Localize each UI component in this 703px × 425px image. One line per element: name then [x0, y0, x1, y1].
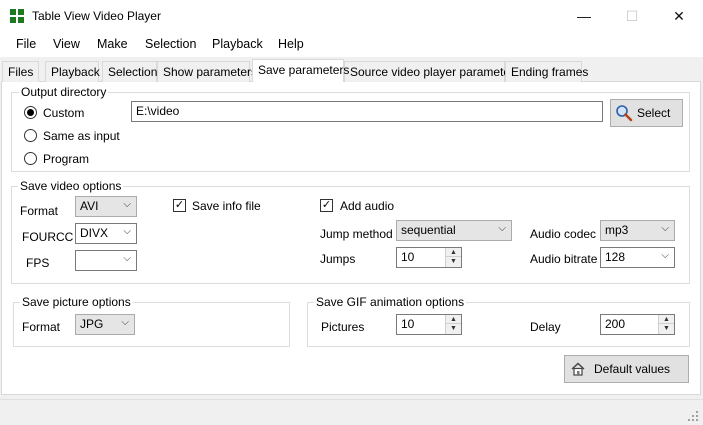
menu-help[interactable]: Help	[278, 37, 304, 51]
chevron-down-icon: ⌵	[123, 253, 131, 264]
app-icon	[10, 9, 24, 23]
tab-source-video-player-parameters[interactable]: Source video player parameters	[344, 61, 520, 82]
same-as-input-radio-label: Same as input	[43, 129, 120, 143]
gif-pictures-stepper[interactable]: 10 ▲ ▼	[396, 314, 462, 335]
picture-format-select[interactable]: JPG ⌵	[75, 314, 135, 335]
gif-delay-value: 200	[605, 317, 626, 331]
audio-bitrate-select[interactable]: 128 ⌵	[600, 247, 675, 268]
chevron-down-icon: ⌵	[498, 223, 506, 234]
menu-view[interactable]: View	[53, 37, 80, 51]
spin-down-icon[interactable]: ▼	[446, 324, 461, 333]
fourcc-select[interactable]: DIVX ⌵	[75, 223, 137, 244]
fourcc-value: DIVX	[80, 226, 109, 240]
chevron-down-icon: ⌵	[661, 250, 669, 261]
spin-up-icon[interactable]: ▲	[446, 315, 461, 324]
save-gif-options-title: Save GIF animation options	[314, 295, 467, 309]
select-button[interactable]: Select	[610, 99, 683, 127]
tab-ending-frames[interactable]: Ending frames	[505, 61, 588, 82]
menu-bar: File View Make Selection Playback Help	[0, 32, 703, 57]
maximize-button[interactable]: ☐	[609, 0, 655, 32]
chevron-down-icon: ⌵	[123, 199, 131, 210]
gif-delay-stepper[interactable]: 200 ▲ ▼	[600, 314, 675, 335]
menu-file[interactable]: File	[16, 37, 36, 51]
tab-save-parameters[interactable]: Save parameters	[252, 59, 349, 82]
tab-strip: Files Playback Selection Show parameters…	[0, 59, 703, 82]
spin-down-icon[interactable]: ▼	[446, 257, 461, 266]
save-picture-options-title: Save picture options	[20, 295, 133, 309]
video-format-value: AVI	[80, 199, 99, 213]
status-bar	[0, 399, 703, 425]
chevron-down-icon: ⌵	[123, 226, 131, 237]
output-directory-title: Output directory	[19, 85, 109, 99]
resize-grip-icon[interactable]	[687, 410, 699, 422]
fourcc-label: FOURCC	[22, 230, 74, 244]
title-bar: Table View Video Player — ☐ ✕	[0, 0, 703, 32]
spin-buttons: ▲ ▼	[445, 248, 461, 267]
jumps-value: 10	[401, 250, 415, 264]
tab-playback[interactable]: Playback	[45, 61, 100, 82]
jump-method-value: sequential	[401, 223, 456, 237]
chevron-down-icon: ⌵	[661, 223, 669, 234]
add-audio-label: Add audio	[340, 199, 395, 213]
menu-selection[interactable]: Selection	[145, 37, 196, 51]
tab-selection[interactable]: Selection	[102, 61, 157, 82]
spin-down-icon[interactable]: ▼	[659, 324, 674, 333]
save-video-options-title: Save video options	[18, 179, 124, 193]
audio-bitrate-label: Audio bitrate	[530, 252, 598, 266]
jump-method-label: Jump method	[320, 227, 393, 241]
audio-codec-select[interactable]: mp3 ⌵	[600, 220, 675, 241]
jumps-label: Jumps	[320, 252, 356, 266]
spin-buttons: ▲ ▼	[658, 315, 674, 334]
chevron-down-icon: ⌵	[121, 317, 129, 328]
gif-pictures-value: 10	[401, 317, 415, 331]
picture-format-label: Format	[22, 320, 61, 334]
window-title: Table View Video Player	[32, 9, 161, 23]
close-button[interactable]: ✕	[656, 0, 702, 32]
program-radio[interactable]	[24, 152, 37, 165]
custom-radio[interactable]	[24, 106, 37, 119]
default-values-label: Default values	[594, 362, 671, 376]
save-info-file-checkbox[interactable]: ✓	[173, 199, 186, 212]
video-format-label: Format	[20, 204, 59, 218]
gif-delay-label: Delay	[530, 320, 561, 334]
tab-show-parameters[interactable]: Show parameters	[157, 61, 257, 82]
custom-radio-label: Custom	[43, 106, 85, 120]
jump-method-select[interactable]: sequential ⌵	[396, 220, 512, 241]
audio-codec-value: mp3	[605, 223, 629, 237]
same-as-input-radio[interactable]	[24, 129, 37, 142]
default-values-button[interactable]: Default values	[564, 355, 689, 383]
spin-up-icon[interactable]: ▲	[659, 315, 674, 324]
tab-files[interactable]: Files	[2, 61, 39, 82]
audio-codec-label: Audio codec	[530, 227, 597, 241]
home-icon	[571, 362, 585, 376]
fps-select[interactable]: ⌵	[75, 250, 137, 271]
minimize-button[interactable]: —	[561, 0, 607, 32]
gif-pictures-label: Pictures	[321, 320, 365, 334]
add-audio-checkbox[interactable]: ✓	[320, 199, 333, 212]
video-format-select[interactable]: AVI ⌵	[75, 196, 137, 217]
menu-make[interactable]: Make	[97, 37, 128, 51]
select-button-label: Select	[637, 106, 671, 120]
magnifier-icon	[616, 105, 633, 122]
spin-up-icon[interactable]: ▲	[446, 248, 461, 257]
program-radio-label: Program	[43, 152, 90, 166]
picture-format-value: JPG	[80, 317, 104, 331]
fps-label: FPS	[26, 256, 50, 270]
audio-bitrate-value: 128	[605, 250, 626, 264]
menu-playback[interactable]: Playback	[212, 37, 263, 51]
output-path-input[interactable]: E:\video	[131, 101, 603, 122]
jumps-stepper[interactable]: 10 ▲ ▼	[396, 247, 462, 268]
save-info-file-label: Save info file	[192, 199, 261, 213]
spin-buttons: ▲ ▼	[445, 315, 461, 334]
